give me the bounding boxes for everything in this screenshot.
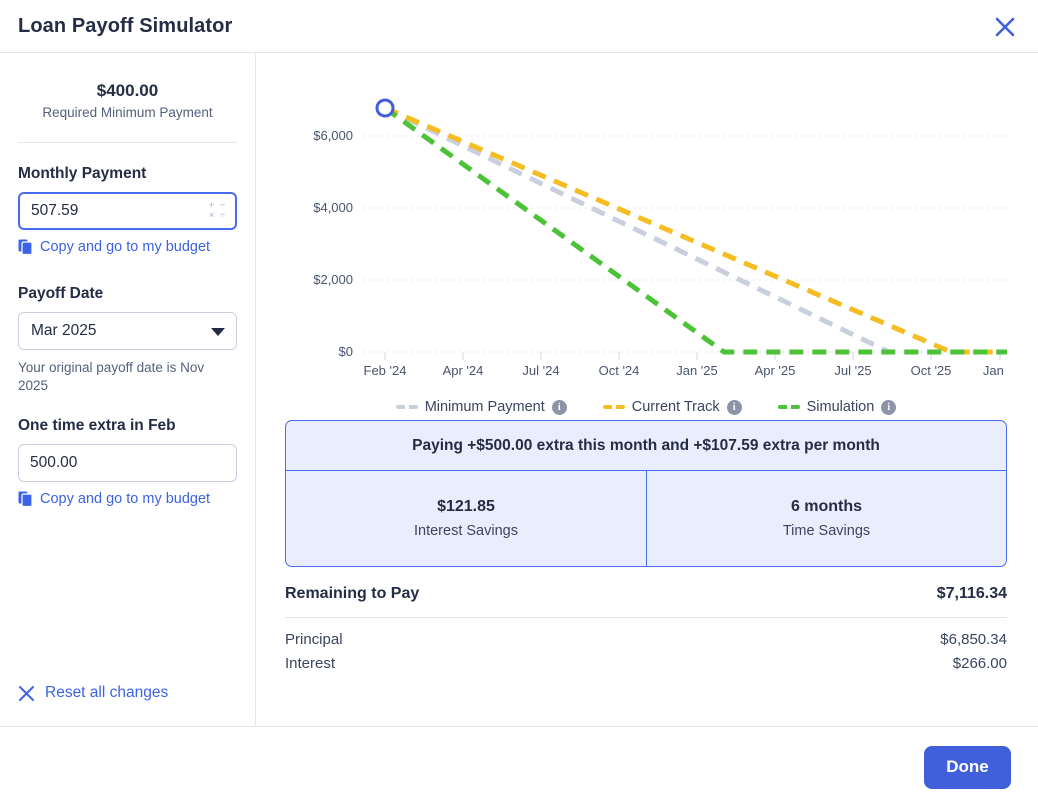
page-title: Loan Payoff Simulator bbox=[18, 14, 233, 37]
calculator-times-glyph: × bbox=[208, 210, 215, 221]
remaining-to-pay-value: $7,116.34 bbox=[936, 585, 1007, 602]
x-tick-label: Jan '2 bbox=[983, 363, 1007, 378]
legend-item-minimum-payment[interactable]: Minimum Payment i bbox=[395, 399, 567, 415]
payoff-date-select[interactable]: Mar 2025 bbox=[18, 312, 237, 350]
series-current-track bbox=[384, 105, 1007, 355]
legend-item-current-track[interactable]: Current Track i bbox=[602, 399, 742, 415]
close-button[interactable] bbox=[986, 8, 1024, 46]
chart-gridlines bbox=[363, 135, 1007, 353]
monthly-payment-label: Monthly Payment bbox=[18, 165, 147, 182]
chevron-down-icon bbox=[211, 328, 225, 336]
y-tick-label: $6,000 bbox=[313, 128, 353, 143]
payoff-chart: $6,000 $4,000 $2,000 $0 Feb '24 Apr '24 … bbox=[285, 67, 1007, 415]
interest-label: Interest bbox=[285, 655, 336, 672]
legend-swatch-minimum-payment bbox=[395, 405, 418, 409]
legend-label-current-track: Current Track bbox=[631, 399, 720, 415]
info-icon[interactable]: i bbox=[881, 399, 897, 415]
y-tick-label: $4,000 bbox=[313, 200, 353, 215]
legend-item-simulation[interactable]: Simulation i bbox=[777, 399, 897, 415]
sidebar: $400.00 Required Minimum Payment Monthly… bbox=[0, 53, 255, 726]
close-icon bbox=[19, 685, 34, 701]
x-tick-label: Apr '25 bbox=[755, 363, 796, 378]
y-tick-label: $2,000 bbox=[313, 272, 353, 287]
principal-value: $6,850.34 bbox=[940, 631, 1007, 648]
monthly-payment-field-wrap: + − × ÷ bbox=[18, 192, 237, 230]
interest-row: Interest $266.00 bbox=[285, 648, 1007, 672]
reset-all-changes-label: Reset all changes bbox=[45, 684, 169, 701]
required-minimum-amount: $400.00 bbox=[96, 81, 159, 100]
x-tick-label: Feb '24 bbox=[364, 363, 407, 378]
modal-header: Loan Payoff Simulator bbox=[0, 0, 1038, 53]
time-savings-cell: 6 months Time Savings bbox=[646, 471, 1006, 566]
one-time-extra-input[interactable] bbox=[18, 444, 237, 483]
x-tick-label: Jan '25 bbox=[676, 363, 718, 378]
y-tick-label: $0 bbox=[339, 344, 353, 359]
interest-value: $266.00 bbox=[952, 655, 1007, 672]
x-tick-label: Jul '24 bbox=[522, 363, 559, 378]
payoff-date-help-text: Your original payoff date is Nov 2025 bbox=[18, 360, 205, 394]
copy-icon bbox=[18, 491, 33, 508]
required-minimum-label: Required Minimum Payment bbox=[42, 105, 213, 120]
chart-y-tick-labels: $6,000 $4,000 $2,000 $0 bbox=[313, 128, 353, 359]
info-icon[interactable]: i bbox=[726, 399, 742, 415]
interest-savings-value: $121.85 bbox=[437, 498, 495, 515]
one-time-extra-field-wrap bbox=[18, 444, 237, 483]
x-tick-label: Jul '25 bbox=[834, 363, 871, 378]
chart-x-tick-labels: Feb '24 Apr '24 Jul '24 Oct '24 Jan '25 … bbox=[364, 363, 1007, 378]
x-tick-label: Oct '24 bbox=[599, 363, 640, 378]
monthly-payment-input[interactable] bbox=[18, 192, 237, 230]
time-savings-value: 6 months bbox=[790, 498, 863, 515]
sidebar-divider bbox=[255, 53, 256, 726]
remaining-to-pay-label: Remaining to Pay bbox=[285, 585, 420, 602]
close-icon bbox=[995, 17, 1015, 37]
modal-footer: Done bbox=[0, 726, 1038, 807]
chart-legend: Minimum Payment i Current Track i Simula… bbox=[285, 399, 1007, 415]
interest-savings-caption: Interest Savings bbox=[414, 523, 518, 539]
x-tick-label: Oct '25 bbox=[911, 363, 952, 378]
main-content: $6,000 $4,000 $2,000 $0 Feb '24 Apr '24 … bbox=[255, 53, 1038, 726]
info-icon[interactable]: i bbox=[551, 399, 567, 415]
savings-panel: Paying +$500.00 extra this month and +$1… bbox=[285, 420, 1007, 567]
copy-icon bbox=[18, 239, 33, 255]
payoff-date-selected-value: Mar 2025 bbox=[31, 322, 97, 339]
modal-body: $400.00 Required Minimum Payment Monthly… bbox=[0, 53, 1038, 726]
copy-monthly-payment-label: Copy and go to my budget bbox=[40, 239, 211, 255]
legend-label-simulation: Simulation bbox=[806, 399, 875, 415]
savings-cells: $121.85 Interest Savings 6 months Time S… bbox=[286, 471, 1006, 566]
legend-label-minimum-payment: Minimum Payment bbox=[424, 399, 545, 415]
summary-section: Remaining to Pay $7,116.34 Principal $6,… bbox=[285, 585, 1007, 672]
interest-savings-cell: $121.85 Interest Savings bbox=[286, 471, 646, 566]
payoff-date-label: Payoff Date bbox=[18, 285, 104, 302]
done-button[interactable]: Done bbox=[924, 745, 1011, 789]
legend-swatch-simulation bbox=[777, 405, 800, 409]
calculator-icon[interactable]: + − × ÷ bbox=[206, 201, 228, 221]
legend-swatch-current-track bbox=[602, 405, 625, 409]
copy-one-time-extra-link[interactable]: Copy and go to my budget bbox=[18, 491, 237, 508]
series-simulation bbox=[383, 105, 1007, 355]
savings-headline: Paying +$500.00 extra this month and +$1… bbox=[286, 421, 1006, 471]
time-savings-caption: Time Savings bbox=[782, 523, 871, 539]
one-time-extra-label: One time extra in Feb bbox=[18, 417, 176, 435]
sidebar-section-divider bbox=[18, 142, 237, 143]
payoff-date-select-wrap: Mar 2025 bbox=[18, 312, 237, 350]
payoff-chart-svg: $6,000 $4,000 $2,000 $0 Feb '24 Apr '24 … bbox=[313, 98, 1007, 378]
copy-monthly-payment-link[interactable]: Copy and go to my budget bbox=[18, 239, 237, 255]
copy-one-time-extra-label: Copy and go to my budget bbox=[40, 491, 211, 508]
principal-label: Principal bbox=[285, 631, 343, 648]
calculator-divide-glyph: ÷ bbox=[219, 210, 226, 221]
x-tick-label: Apr '24 bbox=[443, 363, 484, 378]
chart-start-marker[interactable] bbox=[375, 98, 395, 118]
loan-payoff-simulator-modal: Loan Payoff Simulator $400.00 Required M… bbox=[0, 0, 1038, 807]
remaining-to-pay-row: Remaining to Pay $7,116.34 bbox=[285, 585, 1007, 617]
series-minimum-payment bbox=[383, 105, 1007, 355]
reset-all-changes-link[interactable]: Reset all changes bbox=[18, 684, 168, 702]
principal-row: Principal $6,850.34 bbox=[285, 618, 1007, 648]
